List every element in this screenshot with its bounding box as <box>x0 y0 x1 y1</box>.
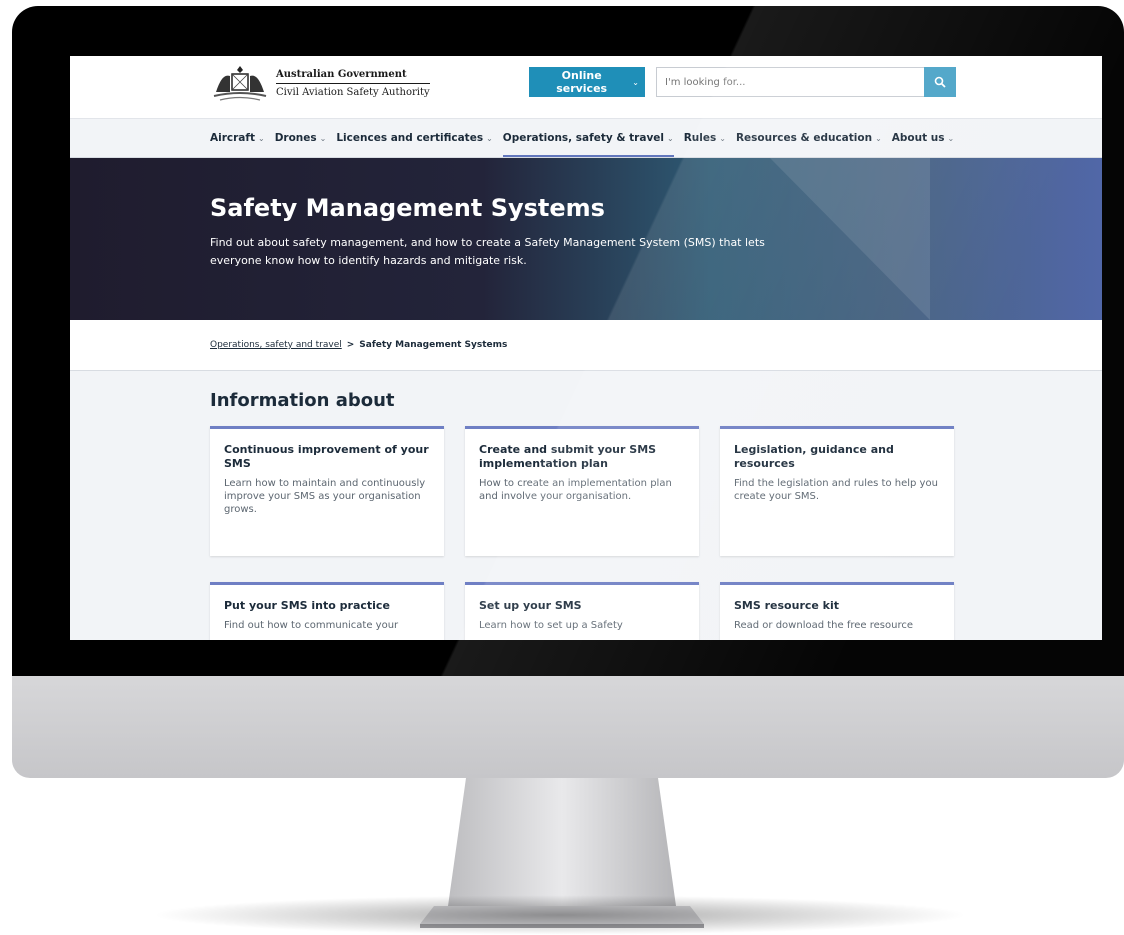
info-card-resource-kit[interactable]: SMS resource kit Read or download the fr… <box>720 582 954 640</box>
card-text: How to create an implementation plan and… <box>479 478 672 502</box>
online-services-label: Online services <box>556 69 608 95</box>
hero-banner: Safety Management Systems Find out about… <box>70 158 1102 320</box>
section-title: Information about <box>210 390 395 411</box>
card-title: SMS resource kit <box>734 599 840 612</box>
gov-line2: Civil Aviation Safety Authority <box>276 86 430 98</box>
breadcrumb-current: Safety Management Systems <box>359 340 508 350</box>
breadcrumb-separator: > <box>346 340 355 350</box>
hero-decoration <box>770 158 930 320</box>
nav-label: Rules <box>683 132 717 144</box>
nav-item-drones[interactable]: Drones ⌄ <box>275 119 327 157</box>
breadcrumb: Operations, safety and travel > Safety M… <box>70 320 1102 371</box>
card-text: Find the legislation and rules to help y… <box>734 478 938 502</box>
chevron-down-icon: ⌄ <box>486 133 493 143</box>
card-title: Set up your SMS <box>479 599 582 612</box>
card-text: Find out how to communicate your <box>224 620 399 631</box>
gov-line1: Australian Government <box>276 68 430 84</box>
card-text: Learn how to maintain and continuously i… <box>224 478 426 515</box>
online-services-button[interactable]: Online services ⌄ <box>529 67 645 97</box>
chevron-down-icon: ⌄ <box>947 133 955 143</box>
card-text: Learn how to set up a Safety <box>479 620 623 631</box>
gov-wordmark: Australian Government Civil Aviation Saf… <box>276 68 430 99</box>
info-card-put-into-practice[interactable]: Put your SMS into practice Find out how … <box>210 582 444 640</box>
monitor: Australian Government Civil Aviation Saf… <box>12 6 1124 778</box>
page-description: Find out about safety management, and ho… <box>210 236 765 267</box>
chevron-down-icon: ⌄ <box>875 133 882 143</box>
chevron-down-icon: ⌄ <box>319 133 327 143</box>
browser-screen: Australian Government Civil Aviation Saf… <box>70 56 1102 640</box>
casa-logo[interactable]: Australian Government Civil Aviation Saf… <box>210 62 430 104</box>
chevron-down-icon: ⌄ <box>667 133 674 143</box>
search-input[interactable] <box>656 67 924 97</box>
nav-label: Licences and certificates <box>336 132 484 144</box>
search-bar <box>656 67 956 97</box>
card-text: Read or download the free resource <box>734 620 913 631</box>
search-button[interactable] <box>924 67 956 97</box>
nav-item-operations[interactable]: Operations, safety & travel ⌄ <box>502 119 674 157</box>
page-title: Safety Management Systems <box>210 194 605 222</box>
nav-label: Aircraft <box>210 132 255 144</box>
nav-label: Drones <box>274 132 317 144</box>
info-card-set-up[interactable]: Set up your SMS Learn how to set up a Sa… <box>465 582 699 640</box>
nav-item-licences[interactable]: Licences and certificates ⌄ <box>336 119 492 157</box>
chevron-down-icon: ⌄ <box>632 77 639 87</box>
nav-label: About us <box>891 132 945 144</box>
card-title: Legislation, guidance and resources <box>734 443 894 470</box>
card-title: Continuous improvement of your SMS <box>224 443 429 470</box>
chevron-down-icon: ⌄ <box>257 133 265 143</box>
nav-item-aircraft[interactable]: Aircraft ⌄ <box>210 119 265 157</box>
breadcrumb-link-operations[interactable]: Operations, safety and travel <box>210 340 342 350</box>
main-nav: Aircraft ⌄ Drones ⌄ Licences and certifica… <box>70 118 1102 158</box>
search-icon <box>934 76 946 88</box>
nav-label: Operations, safety & travel <box>502 132 665 144</box>
info-card-legislation[interactable]: Legislation, guidance and resources Find… <box>720 426 954 556</box>
info-card-continuous-improvement[interactable]: Continuous improvement of your SMS Learn… <box>210 426 444 556</box>
monitor-chin <box>12 676 1124 778</box>
nav-item-resources[interactable]: Resources & education ⌄ <box>736 119 882 157</box>
site-header: Australian Government Civil Aviation Saf… <box>70 56 1102 118</box>
coat-of-arms-icon <box>213 66 267 101</box>
stand-shadow <box>150 895 970 935</box>
chevron-down-icon: ⌄ <box>719 133 726 143</box>
nav-item-about[interactable]: About us ⌄ <box>892 119 954 157</box>
card-title: Create and submit your SMS implementatio… <box>479 443 657 470</box>
nav-label: Resources & education <box>735 132 873 144</box>
card-title: Put your SMS into practice <box>224 599 390 612</box>
nav-item-rules[interactable]: Rules ⌄ <box>684 119 726 157</box>
info-card-implementation-plan[interactable]: Create and submit your SMS implementatio… <box>465 426 699 556</box>
